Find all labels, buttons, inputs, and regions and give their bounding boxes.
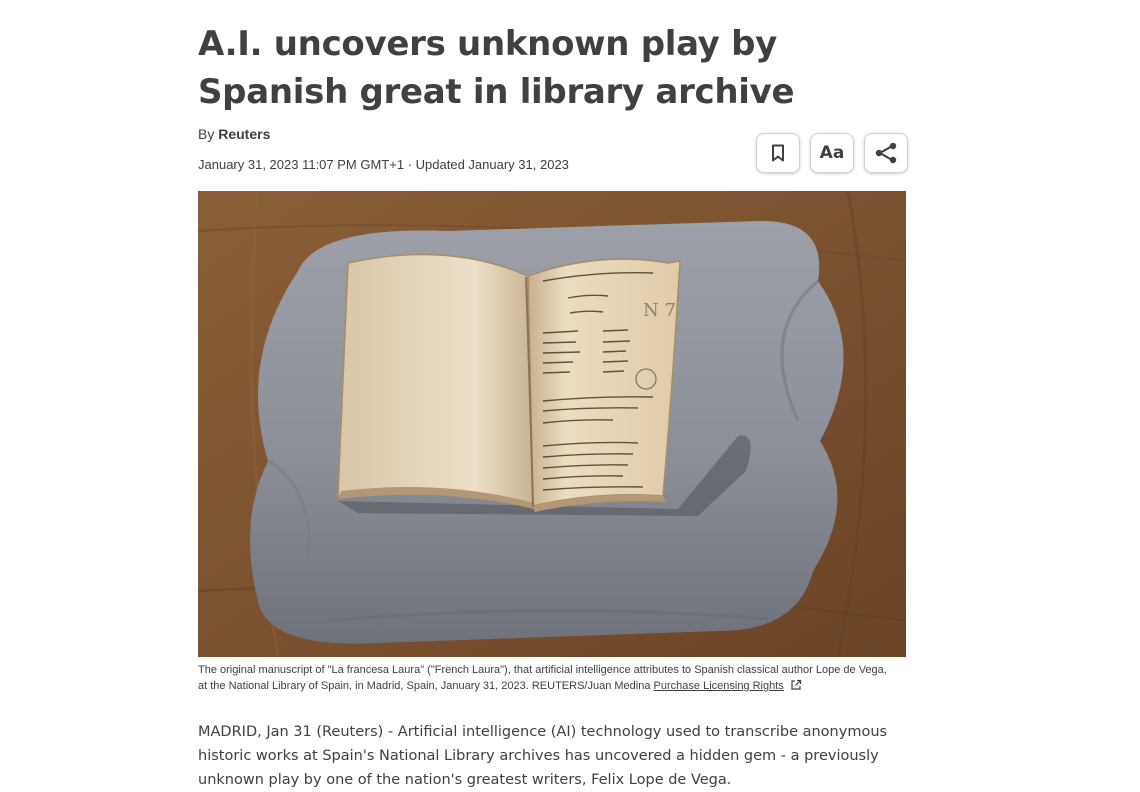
byline-prefix: By [198, 126, 215, 142]
updated-date: Updated January 31, 2023 [415, 157, 569, 172]
font-size-button[interactable]: Aa [810, 133, 854, 173]
share-icon [875, 142, 897, 164]
svg-text:N 7: N 7 [643, 300, 676, 321]
article-body: MADRID, Jan 31 (Reuters) - Artificial in… [198, 724, 888, 788]
article-tools: Aa [756, 133, 908, 173]
article-photo: N 7 [198, 191, 906, 657]
date-separator: · [407, 157, 413, 172]
photo-caption: The original manuscript of "La francesa … [198, 662, 888, 694]
external-link-icon [791, 679, 801, 690]
byline: By Reuters [198, 126, 270, 142]
licensing-link[interactable]: Purchase Licensing Rights [654, 680, 784, 692]
bookmark-button[interactable] [756, 133, 800, 173]
dateline: January 31, 2023 11:07 PM GMT+1 · Update… [198, 157, 569, 172]
share-button[interactable] [864, 133, 908, 173]
caption-text: The original manuscript of "La francesa … [198, 664, 887, 692]
manuscript-photo: N 7 [198, 191, 906, 657]
publish-date: January 31, 2023 11:07 PM GMT+1 [198, 157, 405, 172]
author-link[interactable]: Reuters [218, 126, 270, 142]
headline: A.I. uncovers unknown play by Spanish gr… [198, 24, 795, 112]
font-size-label: Aa [819, 143, 845, 163]
bookmark-icon [772, 144, 784, 162]
